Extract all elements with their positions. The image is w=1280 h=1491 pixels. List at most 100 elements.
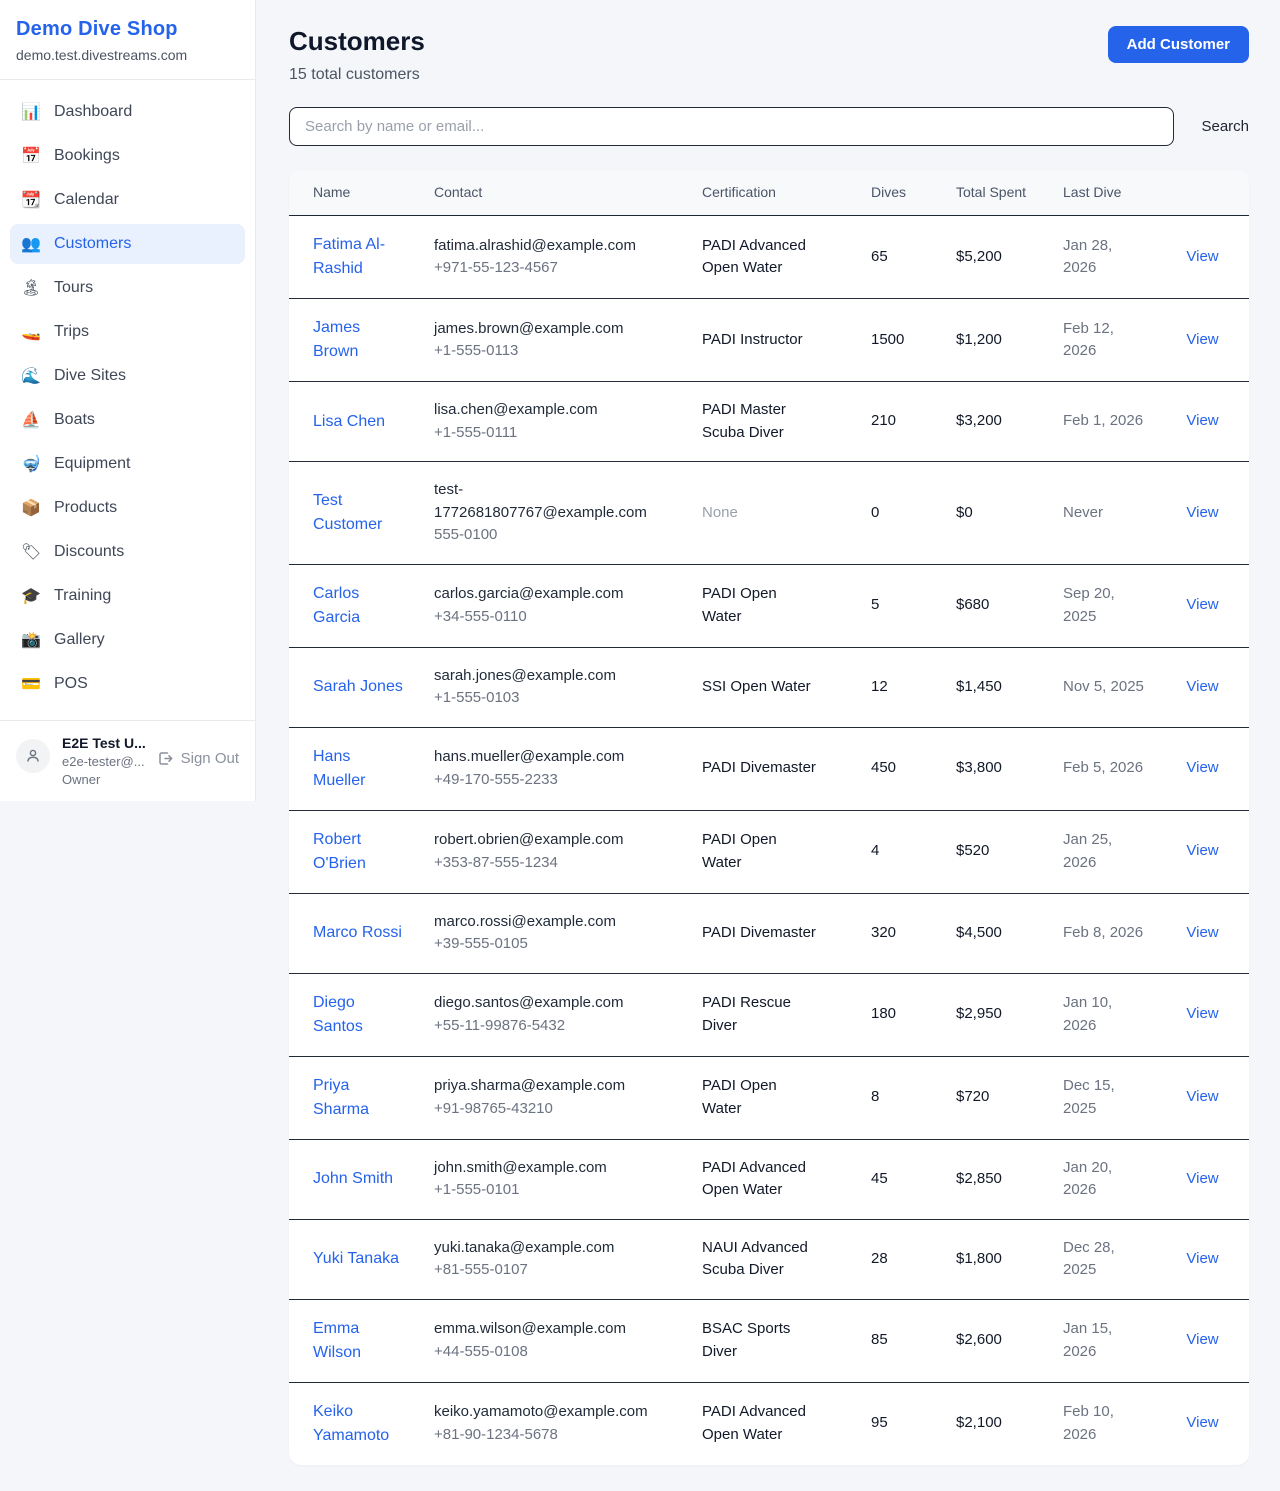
total-spent-cell: $720 [956, 1069, 1063, 1126]
sidebar-item-pos[interactable]: 💳POS [10, 664, 245, 704]
sidebar-item-dive-sites[interactable]: 🌊Dive Sites [10, 356, 245, 396]
total-spent-cell: $680 [956, 577, 1063, 634]
sidebar-item-label: Dashboard [54, 103, 132, 121]
customer-email: keiko.yamamoto@example.com [434, 1401, 654, 1424]
customer-email: carlos.garcia@example.com [434, 583, 654, 606]
sidebar-item-boats[interactable]: ⛵Boats [10, 400, 245, 440]
view-customer-link[interactable]: View [1186, 842, 1218, 859]
view-customer-link[interactable]: View [1186, 1005, 1218, 1022]
view-customer-link[interactable]: View [1186, 678, 1218, 695]
sidebar-item-label: POS [54, 675, 88, 693]
table-row: Marco Rossi marco.rossi@example.com+39-55… [289, 894, 1249, 974]
sign-out-button[interactable]: Sign Out [157, 750, 239, 767]
sidebar-item-equipment[interactable]: 🤿Equipment [10, 444, 245, 484]
dives-cell: 1500 [871, 312, 956, 369]
total-spent-cell: $2,850 [956, 1151, 1063, 1208]
last-dive-value: Dec 15, 2025 [1063, 1077, 1115, 1117]
view-customer-link[interactable]: View [1186, 924, 1218, 941]
view-customer-link[interactable]: View [1186, 504, 1218, 521]
total-spent-cell: $5,200 [956, 229, 1063, 286]
sidebar-item-dashboard[interactable]: 📊 Dashboard [10, 92, 245, 132]
view-customer-link[interactable]: View [1186, 248, 1218, 265]
table-row: Sarah Jonessarah.jones@example.com+1-555… [289, 648, 1249, 728]
dives-cell: 320 [871, 905, 956, 962]
customer-name-link[interactable]: Carlos Garcia [313, 582, 405, 630]
dives-cell: 12 [871, 659, 956, 716]
customer-name-link[interactable]: Fatima Al-Rashid [313, 233, 405, 281]
action-cell: View [1156, 1151, 1249, 1208]
sidebar-item-products[interactable]: 📦Products [10, 488, 245, 528]
sidebar-item-label: Tours [54, 279, 93, 297]
bar-chart-icon: 📊 [21, 102, 41, 122]
sidebar-item-gallery[interactable]: 📸 Gallery [10, 620, 245, 660]
name-cell: Test Customer [289, 472, 434, 554]
customer-name-link[interactable]: Hans Mueller [313, 745, 405, 793]
total-spent-cell: $520 [956, 823, 1063, 880]
view-customer-link[interactable]: View [1186, 1250, 1218, 1267]
customer-name-link[interactable]: Test Customer [313, 489, 405, 537]
table-row: Hans Muellerhans.mueller@example.com+49-… [289, 728, 1249, 811]
customer-email: marco.rossi@example.com [434, 911, 654, 934]
sidebar-item-trips[interactable]: 🚤Trips [10, 312, 245, 352]
sidebar-item-calendar[interactable]: 📆Calendar [10, 180, 245, 220]
view-customer-link[interactable]: View [1186, 1170, 1218, 1187]
customer-name-link[interactable]: Lisa Chen [313, 410, 385, 434]
view-customer-link[interactable]: View [1186, 412, 1218, 429]
view-customer-link[interactable]: View [1186, 596, 1218, 613]
view-customer-link[interactable]: View [1186, 331, 1218, 348]
user-meta: E2E Test U... e2e-tester@... Owner [62, 735, 145, 787]
last-dive-value: Dec 28, 2025 [1063, 1239, 1115, 1279]
sidebar-item-label: Equipment [54, 455, 131, 473]
sidebar-item-discounts[interactable]: 🏷Discounts [10, 532, 245, 572]
customer-email: priya.sharma@example.com [434, 1075, 654, 1098]
sidebar-item-label: Gallery [54, 631, 105, 649]
last-dive-value: Jan 10, 2026 [1063, 994, 1112, 1034]
sidebar-item-tours[interactable]: 🏝Tours [10, 268, 245, 308]
last-dive-cell: Feb 5, 2026 [1063, 740, 1156, 797]
shop-name: Demo Dive Shop [16, 18, 239, 41]
customer-name-link[interactable]: Sarah Jones [313, 675, 403, 699]
customer-name-link[interactable]: Priya Sharma [313, 1074, 405, 1122]
view-customer-link[interactable]: View [1186, 1331, 1218, 1348]
graduation-cap-icon: 🎓 [21, 586, 41, 606]
table-row: Fatima Al-Rashidfatima.alrashid@example.… [289, 216, 1249, 299]
search-input[interactable] [289, 107, 1174, 146]
name-cell: Marco Rossi [289, 904, 434, 962]
sidebar-item-label: Dive Sites [54, 367, 126, 385]
customer-name-link[interactable]: Marco Rossi [313, 921, 402, 945]
last-dive-value: Feb 5, 2026 [1063, 759, 1143, 776]
total-spent-cell: $3,200 [956, 393, 1063, 450]
add-customer-button[interactable]: Add Customer [1108, 26, 1249, 63]
last-dive-cell: Jan 25, 2026 [1063, 812, 1156, 891]
customer-phone: +49-170-555-2233 [434, 769, 654, 792]
customer-count: 15 total customers [289, 66, 425, 84]
table-row: Robert O'Brienrobert.obrien@example.com+… [289, 811, 1249, 894]
view-customer-link[interactable]: View [1186, 1088, 1218, 1105]
contact-cell: yuki.tanaka@example.com+81-555-0107 [434, 1220, 702, 1299]
sidebar-item-customers[interactable]: 👥Customers [10, 224, 245, 264]
certification-cell: None [702, 485, 871, 542]
table-row: Diego Santosdiego.santos@example.com+55-… [289, 974, 1249, 1057]
customer-name-link[interactable]: Robert O'Brien [313, 828, 405, 876]
camera-flash-icon: 📸 [21, 630, 41, 650]
sidebar-item-training[interactable]: 🎓Training [10, 576, 245, 616]
customer-name-link[interactable]: Diego Santos [313, 991, 405, 1039]
customer-name-link[interactable]: Emma Wilson [313, 1317, 405, 1365]
customer-name-link[interactable]: John Smith [313, 1167, 393, 1191]
customer-name-link[interactable]: Yuki Tanaka [313, 1247, 399, 1271]
sidebar-item-label: Products [54, 499, 117, 517]
customer-phone: +39-555-0105 [434, 933, 654, 956]
view-customer-link[interactable]: View [1186, 759, 1218, 776]
customer-name-link[interactable]: James Brown [313, 316, 405, 364]
view-customer-link[interactable]: View [1186, 1414, 1218, 1431]
table-row: James Brownjames.brown@example.com+1-555… [289, 299, 1249, 382]
certification-value: NAUI Advanced Scuba Diver [702, 1239, 808, 1279]
customer-name-link[interactable]: Keiko Yamamoto [313, 1400, 405, 1448]
customer-email: john.smith@example.com [434, 1157, 654, 1180]
customer-phone: +1-555-0101 [434, 1179, 654, 1202]
people-icon: 👥 [21, 234, 41, 254]
contact-cell: lisa.chen@example.com+1-555-0111 [434, 382, 702, 461]
sidebar-item-bookings[interactable]: 📅Bookings [10, 136, 245, 176]
search-button[interactable]: Search [1201, 112, 1249, 141]
last-dive-cell: Nov 5, 2025 [1063, 659, 1156, 716]
